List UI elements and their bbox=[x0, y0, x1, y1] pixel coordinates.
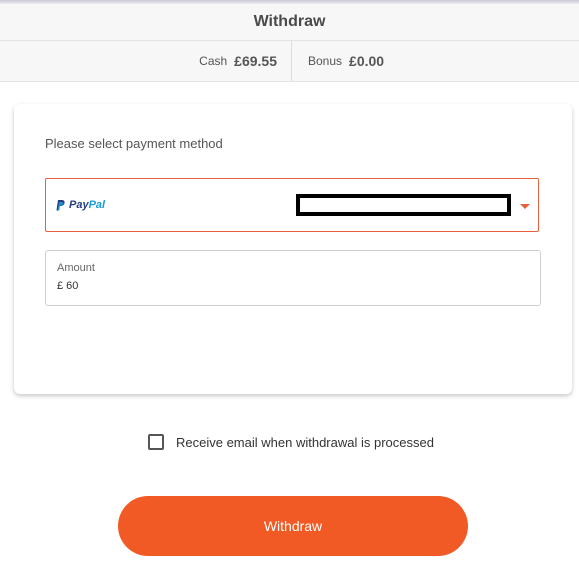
amount-field[interactable]: Amount £ 60 bbox=[45, 250, 541, 306]
bonus-balance: Bonus £0.00 bbox=[293, 41, 579, 81]
email-checkbox[interactable] bbox=[148, 434, 164, 450]
redacted-account bbox=[296, 194, 511, 216]
paypal-icon bbox=[56, 199, 65, 210]
balance-bar: Cash £69.55 Bonus £0.00 bbox=[0, 41, 579, 82]
withdraw-header: Withdraw bbox=[0, 4, 579, 41]
page-title: Withdraw bbox=[253, 13, 326, 30]
payment-card: Please select payment method Pay Pal Amou… bbox=[14, 104, 572, 394]
cash-label: Cash bbox=[199, 54, 228, 68]
paypal-wordmark-pay: Pay bbox=[69, 199, 89, 211]
amount-input[interactable]: £ 60 bbox=[57, 280, 78, 292]
payment-method-select[interactable]: Pay Pal bbox=[45, 178, 539, 232]
caret-down-icon[interactable] bbox=[520, 204, 530, 209]
email-notification-option[interactable]: Receive email when withdrawal is process… bbox=[148, 434, 434, 450]
email-checkbox-label[interactable]: Receive email when withdrawal is process… bbox=[176, 435, 434, 450]
cash-balance: Cash £69.55 bbox=[0, 41, 292, 81]
select-payment-prompt: Please select payment method bbox=[45, 136, 223, 151]
withdraw-button[interactable]: Withdraw bbox=[118, 496, 468, 556]
bonus-value: £0.00 bbox=[349, 53, 385, 69]
paypal-wordmark-pal: Pal bbox=[88, 199, 106, 211]
amount-label: Amount bbox=[57, 262, 95, 274]
paypal-logo: Pay Pal bbox=[56, 199, 105, 211]
bonus-label: Bonus bbox=[308, 54, 343, 68]
cash-value: £69.55 bbox=[234, 53, 277, 69]
